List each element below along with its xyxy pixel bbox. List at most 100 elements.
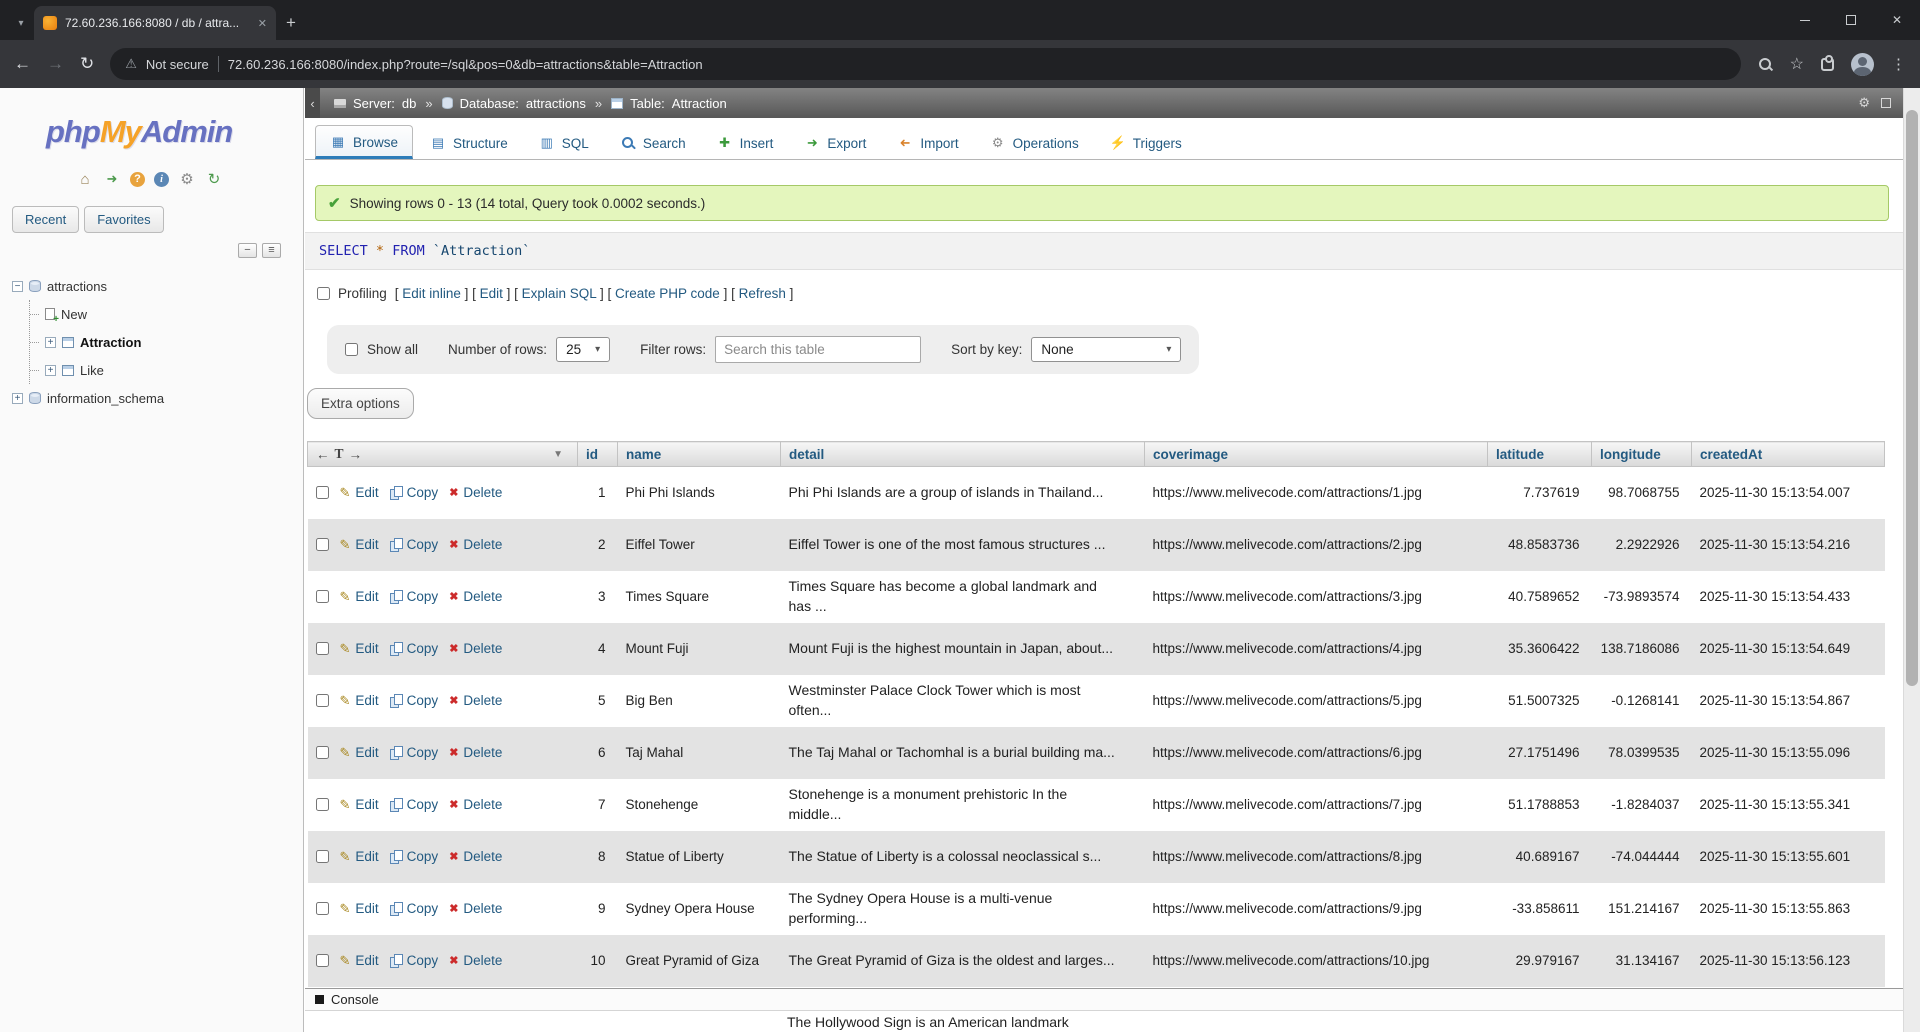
tab-export[interactable]: ➜Export <box>790 127 880 159</box>
row-select-checkbox[interactable] <box>316 694 329 707</box>
console-bar[interactable]: Console <box>305 988 1903 1011</box>
show-all-checkbox[interactable] <box>345 343 358 356</box>
column-header-latitude[interactable]: latitude <box>1488 442 1592 467</box>
column-header-createdat[interactable]: createdAt <box>1692 442 1885 467</box>
expand-toggle-icon[interactable]: + <box>45 365 56 376</box>
tab-close-icon[interactable]: ✕ <box>258 17 267 30</box>
row-edit-link[interactable]: ✎Edit <box>340 901 379 917</box>
forward-icon[interactable]: → <box>47 54 64 74</box>
row-copy-link[interactable]: Copy <box>390 641 439 656</box>
row-edit-link[interactable]: ✎Edit <box>340 693 379 709</box>
favorites-tab[interactable]: Favorites <box>84 206 163 233</box>
panel-menu-button[interactable]: ≡ <box>262 243 281 258</box>
row-delete-link[interactable]: ✖Delete <box>449 485 502 500</box>
row-select-checkbox[interactable] <box>316 486 329 499</box>
scroll-left-icon[interactable]: ← <box>316 447 330 462</box>
tree-item-new[interactable]: New <box>30 300 303 328</box>
tree-label[interactable]: Like <box>80 363 104 378</box>
scrollbar-thumb[interactable] <box>1906 110 1918 686</box>
row-copy-link[interactable]: Copy <box>390 797 439 812</box>
row-copy-link[interactable]: Copy <box>390 953 439 968</box>
tab-triggers[interactable]: ⚡Triggers <box>1096 127 1196 159</box>
row-delete-link[interactable]: ✖Delete <box>449 537 502 552</box>
tree-table-attraction[interactable]: + Attraction <box>30 328 303 356</box>
profiling-checkbox[interactable] <box>317 287 330 300</box>
row-copy-link[interactable]: Copy <box>390 485 439 500</box>
breadcrumb-database-link[interactable]: attractions <box>526 96 586 111</box>
reload-icon[interactable]: ↻ <box>80 54 94 74</box>
back-icon[interactable]: ← <box>14 54 31 74</box>
sidebar-collapse-button[interactable]: ‹ <box>305 88 320 118</box>
row-delete-link[interactable]: ✖Delete <box>449 745 502 760</box>
sort-key-select[interactable]: None ▾ <box>1031 337 1181 362</box>
browser-tab[interactable]: 72.60.236.166:8080 / db / attra... ✕ <box>34 6 276 40</box>
browser-menu-icon[interactable]: ⋮ <box>1891 55 1906 73</box>
tab-import[interactable]: ➜Import <box>883 127 972 159</box>
window-maximize-button[interactable] <box>1828 0 1874 40</box>
bookmark-star-icon[interactable]: ☆ <box>1790 54 1804 74</box>
column-header-longitude[interactable]: longitude <box>1592 442 1692 467</box>
window-minimize-button[interactable] <box>1782 0 1828 40</box>
tree-db-information-schema[interactable]: + information_schema <box>12 384 303 412</box>
row-select-checkbox[interactable] <box>316 642 329 655</box>
row-select-checkbox[interactable] <box>316 954 329 967</box>
logout-icon[interactable]: ➜ <box>103 171 121 187</box>
tree-label[interactable]: attractions <box>47 279 107 294</box>
settings-icon[interactable]: ⚙ <box>178 170 196 188</box>
home-icon[interactable]: ⌂ <box>76 171 94 188</box>
collapse-toggle-icon[interactable]: − <box>12 281 23 292</box>
new-tab-button[interactable]: + <box>276 6 306 40</box>
tree-label[interactable]: Attraction <box>80 335 141 350</box>
row-edit-link[interactable]: ✎Edit <box>340 589 379 605</box>
zoom-icon[interactable] <box>1757 56 1773 72</box>
tree-label[interactable]: information_schema <box>47 391 164 406</box>
expand-toggle-icon[interactable]: + <box>12 393 23 404</box>
tab-sql[interactable]: ▥SQL <box>525 127 603 159</box>
url-text[interactable]: 72.60.236.166:8080/index.php?route=/sql&… <box>228 57 703 72</box>
profiling-link[interactable]: Create PHP code <box>615 286 720 301</box>
tab-search-chevron-icon[interactable]: ▾ <box>8 6 34 40</box>
tree-table-like[interactable]: + Like <box>30 356 303 384</box>
breadcrumb-server-link[interactable]: db <box>402 96 416 111</box>
page-scrollbar[interactable] <box>1903 88 1920 1032</box>
tab-search[interactable]: Search <box>606 127 700 159</box>
column-header-id[interactable]: id <box>578 442 618 467</box>
profiling-link[interactable]: Explain SQL <box>522 286 597 301</box>
sort-descending-icon[interactable]: ▼ <box>553 449 563 460</box>
column-header-coverimage[interactable]: coverimage <box>1145 442 1488 467</box>
row-copy-link[interactable]: Copy <box>390 589 439 604</box>
filter-search-input[interactable] <box>715 336 921 363</box>
row-delete-link[interactable]: ✖Delete <box>449 641 502 656</box>
profiling-link[interactable]: Edit <box>480 286 503 301</box>
tree-label[interactable]: New <box>61 307 87 322</box>
column-header-detail[interactable]: detail <box>781 442 1145 467</box>
row-delete-link[interactable]: ✖Delete <box>449 589 502 604</box>
tab-structure[interactable]: ▤Structure <box>416 127 522 159</box>
row-edit-link[interactable]: ✎Edit <box>340 537 379 553</box>
row-select-checkbox[interactable] <box>316 798 329 811</box>
row-edit-link[interactable]: ✎Edit <box>340 485 379 501</box>
extensions-icon[interactable] <box>1821 58 1834 71</box>
profiling-link[interactable]: Edit inline <box>402 286 461 301</box>
row-copy-link[interactable]: Copy <box>390 537 439 552</box>
breadcrumb-table-link[interactable]: Attraction <box>672 96 727 111</box>
tab-operations[interactable]: ⚙Operations <box>976 127 1093 159</box>
row-edit-link[interactable]: ✎Edit <box>340 849 379 865</box>
column-header-name[interactable]: name <box>618 442 781 467</box>
row-select-checkbox[interactable] <box>316 902 329 915</box>
expand-toggle-icon[interactable]: + <box>45 337 56 348</box>
scroll-right-icon[interactable]: → <box>349 447 363 462</box>
row-copy-link[interactable]: Copy <box>390 849 439 864</box>
row-edit-link[interactable]: ✎Edit <box>340 641 379 657</box>
expand-panel-icon[interactable] <box>1881 98 1891 108</box>
row-copy-link[interactable]: Copy <box>390 745 439 760</box>
extra-options-button[interactable]: Extra options <box>307 388 414 419</box>
address-bar[interactable]: ⚠ Not secure 72.60.236.166:8080/index.ph… <box>110 48 1740 80</box>
recent-tab[interactable]: Recent <box>12 206 79 233</box>
page-settings-gear-icon[interactable]: ⚙ <box>1858 95 1870 111</box>
profile-avatar[interactable] <box>1851 53 1874 76</box>
window-close-button[interactable]: ✕ <box>1874 0 1920 40</box>
row-delete-link[interactable]: ✖Delete <box>449 901 502 916</box>
row-select-checkbox[interactable] <box>316 590 329 603</box>
refresh-navigation-icon[interactable]: ↻ <box>205 170 223 188</box>
